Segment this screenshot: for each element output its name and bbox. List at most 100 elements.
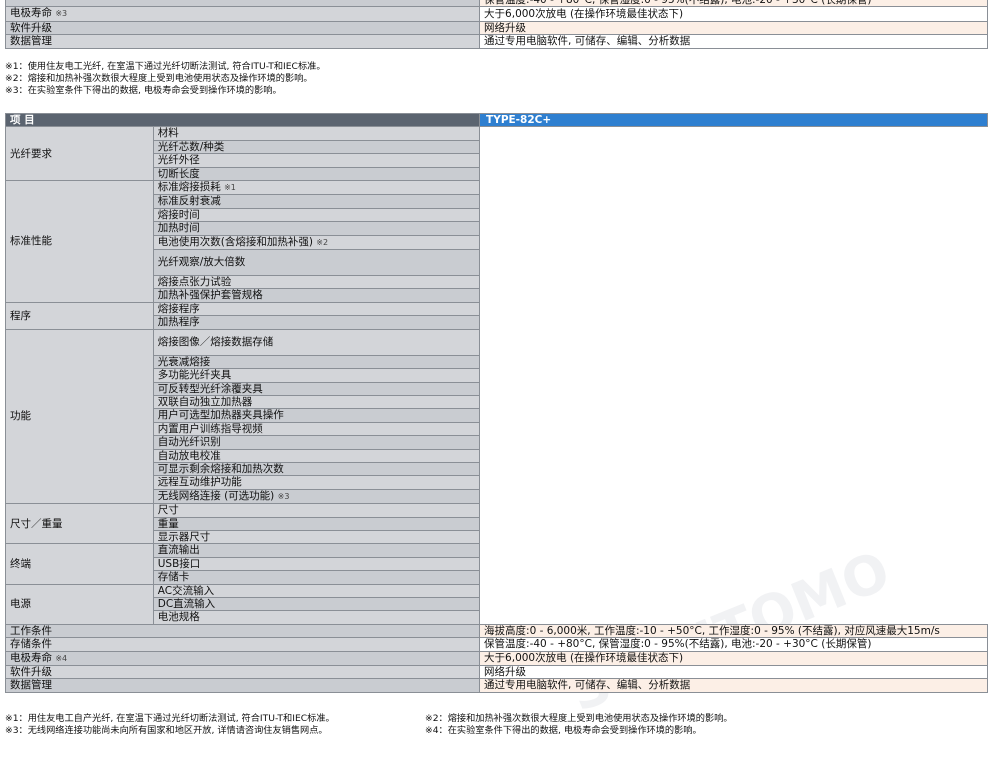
spec-row: 无线网络连接 (可选功能) ※3 [6, 488, 988, 505]
spec-row: 可显示剩余熔接和加热次数 [6, 461, 988, 477]
spec-label: 显示器尺寸 [157, 530, 211, 543]
footnote-text: ※3：在实验室条件下得出的数据, 电极寿命会受到操作环境的影响。 [5, 85, 282, 96]
spec-value: 通过专用电脑软件, 可储存、编辑、分析数据 [479, 678, 988, 693]
spec-label: 工作条件 [10, 624, 52, 637]
spec-group: 标准性能 [5, 180, 154, 303]
spec-row: 存储条件 保管温度:-40 - +80°C, 保管湿度:0 - 95%(不结露),… [4, 637, 988, 652]
spec-label: 加热程序 [157, 316, 200, 329]
spec-label: 可显示剩余熔接和加热次数 [157, 462, 284, 475]
spec-label-cell: AC交流输入 [152, 583, 481, 599]
spec-label: 内置用户训练指导视频 [157, 422, 263, 435]
spec-table-header: 项 目 TYPE-82C+ [4, 112, 988, 128]
spec-label-cell: 存储卡 [152, 570, 481, 585]
spec-label-cell: 光纤外径 [152, 153, 481, 168]
spec-row: 加热程序 [6, 315, 988, 330]
spec-label-cell: 远程互动维护功能 [152, 475, 481, 490]
spec-row: 光衰减熔接 [6, 354, 988, 370]
spec-label-cell: 电极寿命 ※4 [4, 650, 481, 667]
spec-label: 熔接点张力试验 [157, 276, 232, 289]
spec-value: 保管温度:-40 - +80°C, 保管湿度:0 - 95%(不结露), 电池:… [479, 637, 988, 652]
spec-label: 光纤芯数/种类 [157, 140, 225, 153]
footnotes-bottom-right: ※2：熔接和加热补强次数很大程度上受到电池使用状态及操作环境的影响。 ※4：在实验… [425, 713, 733, 737]
spec-label-cell: 可反转型光纤涂覆夹具 [152, 381, 481, 396]
spec-label: 电池使用次数(含熔接和加热补强) [157, 235, 313, 248]
spec-value: 网络升级 [479, 665, 988, 680]
spec-label: 尺寸 [157, 504, 179, 517]
spec-label-cell: 显示器尺寸 [152, 529, 481, 545]
spec-row: 可反转型光纤涂覆夹具 [6, 381, 988, 396]
spec-label-cell: 数据管理 [4, 34, 481, 49]
spec-row: 光纤要求 材料 [5, 126, 988, 182]
spec-label: 电池规格 [157, 611, 200, 624]
spec-label-cell: 熔接程序 [152, 301, 481, 317]
spec-group: 尺寸／重量 [5, 503, 154, 545]
spec-label-cell: DC直流输入 [152, 596, 481, 612]
spec-label-cell: 加热时间 [152, 221, 481, 236]
spec-label: DC直流输入 [157, 598, 216, 610]
spec-label: 标准熔接损耗 [157, 181, 221, 194]
spec-label-cell: 电极寿命 ※3 [4, 6, 481, 22]
spec-label-cell: 用户可选型加热器夹具操作 [152, 408, 481, 423]
footnotes-top: ※1：使用住友电工光纤, 在室温下通过光纤切断法测试, 符合ITU-T和IEC标… [5, 61, 326, 97]
spec-value: 海拔高度:0 - 6,000米, 工作温度:-10 - +50°C, 工作湿度:… [479, 623, 988, 639]
spec-label: 自动放电校准 [157, 449, 221, 462]
spec-label-cell: 软件升级 [4, 20, 481, 36]
spec-label-cell: 光衰减熔接 [152, 354, 481, 370]
spec-label-cell: 光纤观察/放大倍数 [152, 249, 481, 277]
spec-label: 熔接图像／熔接数据存储 [157, 335, 274, 348]
spec-table: 项 目 TYPE-82C+ 光纤要求 材料 光纤芯数/种类 光纤外径 切断长度 标准性能标… [4, 112, 988, 693]
spec-row: 远程互动维护功能 [6, 475, 988, 490]
spec-row: 终端 直流输出 [5, 543, 988, 585]
spec-row: 熔接点张力试验 [6, 275, 988, 290]
spec-row: 重量 [6, 516, 988, 531]
footnote-text: ※1：用住友电工自产光纤, 在室温下通过光纤切断法测试, 符合ITU-T和IEC… [5, 713, 335, 724]
spec-table-body: 光纤要求 材料 光纤芯数/种类 光纤外径 切断长度 标准性能 标准熔接损耗 ※1 标准反射衰减… [4, 126, 988, 693]
spec-label: 光纤外径 [157, 154, 200, 167]
spec-label: 重量 [157, 517, 179, 530]
spec-label-cell: 自动放电校准 [152, 448, 481, 463]
spec-label-cell: 电池使用次数(含熔接和加热补强) ※2 [152, 234, 481, 251]
spec-label-cell: 重量 [152, 516, 481, 531]
spec-label: 双联自动独立加热器 [157, 395, 253, 408]
spec-label-cell: 加热程序 [152, 315, 481, 330]
spec-label: 多功能光纤夹具 [157, 369, 232, 382]
spec-row: 软件升级 网络升级 [4, 665, 988, 680]
spec-label-cell: 熔接点张力试验 [152, 275, 481, 290]
spec-label: AC交流输入 [157, 584, 215, 597]
spec-row: USB接口 [6, 556, 988, 572]
header-model: TYPE-82C+ [479, 112, 988, 128]
top-spec-body: 保管温度:-40 - +80°C, 保管湿度:0 - 95%(不结露), 电池:… [4, 0, 988, 49]
spec-row: 功能 熔接图像／熔接数据存储 [5, 328, 988, 505]
spec-label-cell: 尺寸 [152, 503, 481, 518]
top-spec-row: 软件升级 网络升级 [4, 20, 988, 36]
spec-label: 用户可选型加热器夹具操作 [157, 409, 284, 422]
spec-label-cell: 材料 [152, 126, 481, 141]
footnote-text: ※2：熔接和加热补强次数很大程度上受到电池使用状态及操作环境的影响。 [5, 73, 313, 84]
spec-row: 标准性能 标准熔接损耗 ※1 [5, 180, 988, 303]
spec-value: 大于6,000次放电 (在操作环境最佳状态下) [479, 6, 988, 22]
footnote-mark: ※2 [316, 237, 329, 247]
spec-label-cell: 双联自动独立加热器 [152, 394, 481, 410]
spec-row: 尺寸／重量 尺寸 [5, 503, 988, 545]
spec-row: 电池规格 [6, 610, 988, 625]
spec-row: 电极寿命 ※4 大于6,000次放电 (在操作环境最佳状态下) [4, 650, 988, 667]
spec-row: 自动光纤识别 [6, 435, 988, 450]
spec-label: 远程互动维护功能 [157, 476, 242, 489]
spec-group: 程序 [5, 301, 154, 330]
spec-label-cell: 加热补强保护套管规格 [152, 288, 481, 303]
spec-label: 数据管理 [10, 35, 52, 48]
spec-label: 切断长度 [157, 167, 200, 180]
spec-label-cell: 无线网络连接 (可选功能) ※3 [152, 488, 481, 505]
spec-row: 双联自动独立加热器 [6, 394, 988, 410]
footnote-mark: ※4 [55, 653, 68, 663]
spec-row: 切断长度 [6, 166, 988, 182]
spec-row: 工作条件 海拔高度:0 - 6,000米, 工作温度:-10 - +50°C, 工… [4, 623, 988, 639]
spec-row: 加热补强保护套管规格 [6, 288, 988, 303]
footnote-text: ※3：无线网络连接功能尚未向所有国家和地区开放, 详情请咨询住友销售网点。 [5, 725, 328, 736]
spec-label: 标准反射衰减 [157, 195, 221, 208]
spec-row: DC直流输入 [6, 596, 988, 612]
spec-row: 标准反射衰减 [6, 194, 988, 209]
spec-label-cell: 软件升级 [4, 665, 481, 680]
footnotes-bottom-left: ※1：用住友电工自产光纤, 在室温下通过光纤切断法测试, 符合ITU-T和IEC… [5, 713, 335, 737]
footnote-mark: ※3 [277, 491, 290, 501]
